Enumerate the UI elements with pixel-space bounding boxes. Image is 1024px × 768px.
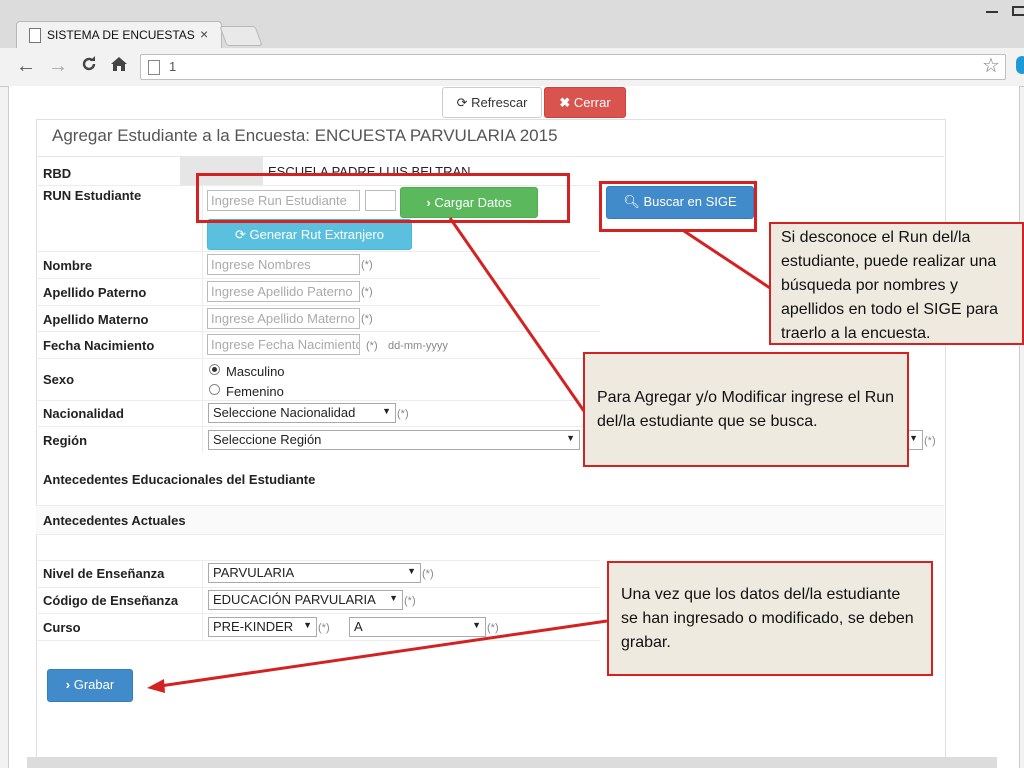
highlight-run-box (196, 173, 570, 223)
callout-run: Para Agregar y/o Modificar ingrese el Ru… (583, 352, 909, 467)
arrow-sige-callout (683, 229, 771, 290)
highlight-buscar-box (599, 181, 757, 232)
callout-sige: Si desconoce el Run del/la estudiante, p… (769, 222, 1024, 345)
arrow-grabar-callout (159, 619, 608, 688)
arrow-head (147, 679, 165, 693)
callout-grabar: Una vez que los datos del/la estudiante … (607, 561, 933, 676)
arrow-run-callout (448, 217, 588, 415)
